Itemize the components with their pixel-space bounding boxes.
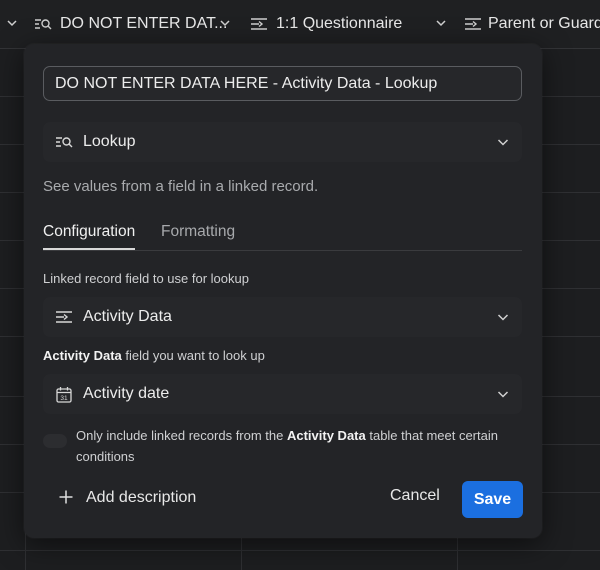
linked-record-select[interactable]: Activity Data [43, 297, 522, 337]
lookup-field-label-rest: field you want to look up [121, 348, 265, 363]
chevron-down-icon [496, 387, 510, 406]
plus-icon [58, 487, 74, 509]
column-header-row: DO NOT ENTER DAT... 1:1 Questionnaire Pa… [0, 0, 600, 49]
chevron-down-icon [496, 310, 510, 329]
condition-toggle[interactable] [43, 434, 67, 448]
column-header-label: 1:1 Questionnaire [276, 15, 403, 32]
column-header-questionnaire[interactable]: 1:1 Questionnaire [242, 0, 457, 48]
linked-record-label: Linked record field to use for lookup [43, 271, 249, 286]
add-description-button[interactable]: Add description [58, 487, 196, 509]
lookup-field-label-bold: Activity Data [43, 348, 122, 363]
linked-record-value: Activity Data [83, 308, 172, 325]
chevron-down-icon[interactable] [219, 16, 231, 34]
save-button[interactable]: Save [462, 481, 523, 518]
condition-text-bold: Activity Data [286, 428, 366, 443]
lookup-icon [32, 17, 54, 31]
calendar-day-text: 31 [60, 395, 68, 402]
column-header-label: DO NOT ENTER DAT... [60, 15, 228, 32]
config-tabs: Configuration Formatting [43, 220, 522, 251]
lookup-field-select[interactable]: 31 Activity date [43, 374, 522, 414]
chevron-down-icon[interactable] [6, 16, 18, 34]
field-type-label: Lookup [83, 133, 136, 150]
tab-formatting[interactable]: Formatting [161, 223, 235, 241]
linked-record-icon [464, 17, 482, 31]
field-type-select[interactable]: Lookup [43, 122, 522, 162]
add-description-label: Add description [86, 489, 197, 506]
column-header-lookup[interactable]: DO NOT ENTER DAT... [26, 0, 241, 48]
condition-text: Only include linked records from the Act… [76, 425, 516, 467]
chevron-down-icon [496, 135, 510, 154]
field-config-dialog: DO NOT ENTER DATA HERE - Activity Data -… [24, 44, 542, 538]
linked-record-icon [53, 310, 75, 324]
lookup-icon [53, 135, 75, 149]
linked-record-icon [248, 17, 270, 31]
cancel-button[interactable]: Cancel [390, 487, 440, 505]
condition-text-part: Only include linked records from the [76, 428, 287, 443]
calendar-icon: 31 [53, 386, 75, 403]
grid-line [0, 550, 600, 551]
tab-configuration[interactable]: Configuration [43, 223, 136, 250]
column-header-label: Parent or Guardi [488, 15, 600, 32]
column-header-prev[interactable] [0, 0, 24, 48]
lookup-field-label: Activity Data field you want to look up [43, 348, 265, 363]
field-type-description: See values from a field in a linked reco… [43, 178, 319, 195]
chevron-down-icon[interactable] [435, 16, 447, 34]
lookup-field-value: Activity date [83, 385, 170, 402]
field-name-input[interactable]: DO NOT ENTER DATA HERE - Activity Data -… [43, 66, 522, 101]
field-name-value: DO NOT ENTER DATA HERE - Activity Data -… [55, 74, 438, 92]
column-header-parent[interactable]: Parent or Guardi [458, 0, 600, 48]
